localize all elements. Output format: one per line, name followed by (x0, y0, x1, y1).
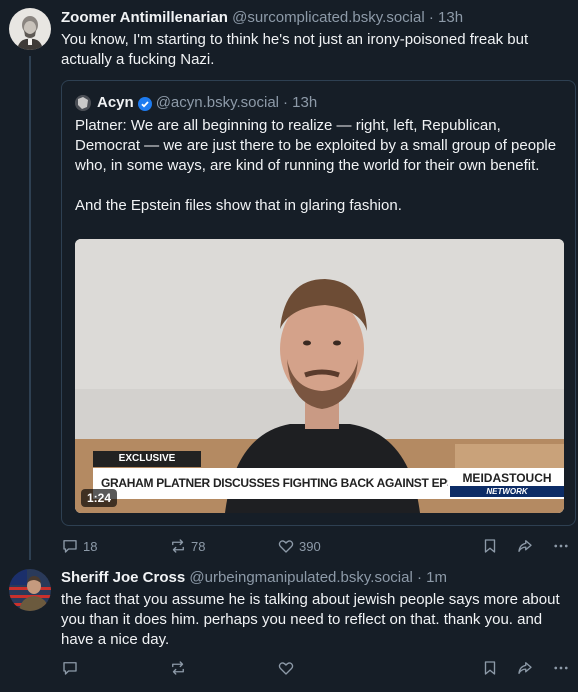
more-icon (554, 666, 568, 670)
bookmark-icon (484, 661, 496, 675)
heart-icon (278, 540, 294, 553)
video-player[interactable]: EXCLUSIVE GRAHAM PLATNER DISCUSSES FIGHT… (75, 239, 564, 513)
quote-author-handle[interactable]: @acyn.bsky.social (156, 93, 279, 113)
bookmark-button[interactable] (481, 657, 499, 679)
quote-paragraph: And the Epstein files show that in glari… (75, 197, 402, 214)
reply-button[interactable]: 18 (61, 535, 97, 557)
video-duration: 1:24 (81, 489, 118, 507)
post-zoomer[interactable]: Zoomer Antimillenarian @surcomplicated.b… (0, 0, 578, 565)
quote-post[interactable]: Acyn @acyn.bsky.social · 13h Platner: We… (61, 80, 576, 526)
author-handle[interactable]: @surcomplicated.bsky.social (232, 9, 425, 26)
heart-icon (278, 662, 294, 675)
repost-button[interactable] (169, 657, 191, 679)
reply-count: 18 (83, 538, 98, 554)
author-name[interactable]: Zoomer Antimillenarian (61, 9, 228, 26)
quote-avatar[interactable] (75, 95, 91, 111)
reply-icon (63, 662, 77, 675)
more-button[interactable] (552, 657, 570, 679)
author-handle[interactable]: @urbeingmanipulated.bsky.social (189, 569, 412, 586)
like-count: 390 (299, 538, 321, 554)
quote-paragraph: Platner: We are all beginning to realize… (75, 117, 557, 174)
quote-time: · 13h (283, 94, 318, 111)
quote-header: Acyn @acyn.bsky.social · 13h (75, 93, 317, 113)
verified-check-icon (137, 97, 152, 111)
more-icon (554, 544, 568, 548)
post-header: Zoomer Antimillenarian @surcomplicated.b… (61, 8, 463, 28)
quote-text: Platner: We are all beginning to realize… (75, 116, 565, 216)
repost-count: 78 (191, 538, 206, 554)
post-time[interactable]: · 13h (429, 9, 463, 26)
thread-line (29, 56, 31, 560)
like-button[interactable] (277, 657, 299, 679)
post-sheriff[interactable]: Sheriff Joe Cross @urbeingmanipulated.bs… (0, 565, 578, 692)
post-actions: 18 78 390 (61, 535, 576, 557)
share-button[interactable] (516, 535, 534, 557)
post-text: the fact that you assume he is talking a… (61, 591, 560, 648)
author-name[interactable]: Sheriff Joe Cross (61, 569, 185, 586)
post-actions (61, 657, 576, 679)
like-button[interactable]: 390 (277, 535, 321, 557)
avatar-zoomer[interactable] (9, 8, 51, 50)
post-text: You know, I'm starting to think he's not… (61, 31, 529, 68)
post-time[interactable]: · 1m (417, 569, 447, 586)
video-headline: GRAHAM PLATNER DISCUSSES FIGHTING BACK A… (93, 468, 448, 499)
share-button[interactable] (516, 657, 534, 679)
brand-sub: NETWORK (450, 486, 564, 497)
repost-button[interactable]: 78 (169, 535, 205, 557)
reply-button[interactable] (61, 657, 83, 679)
post-header: Sheriff Joe Cross @urbeingmanipulated.bs… (61, 568, 447, 588)
quote-author-name[interactable]: Acyn (97, 93, 134, 113)
brand-name: MEIDASTOUCH (462, 471, 552, 485)
video-tag: EXCLUSIVE (93, 451, 201, 467)
repost-icon (172, 539, 184, 553)
avatar-sheriff[interactable] (9, 569, 51, 611)
reply-icon (63, 540, 77, 553)
repost-icon (172, 661, 184, 675)
video-brand: MEIDASTOUCH NETWORK (448, 468, 564, 499)
bookmark-button[interactable] (481, 535, 499, 557)
more-button[interactable] (552, 535, 570, 557)
share-icon (518, 540, 532, 552)
share-icon (518, 662, 532, 674)
bookmark-icon (484, 539, 496, 553)
